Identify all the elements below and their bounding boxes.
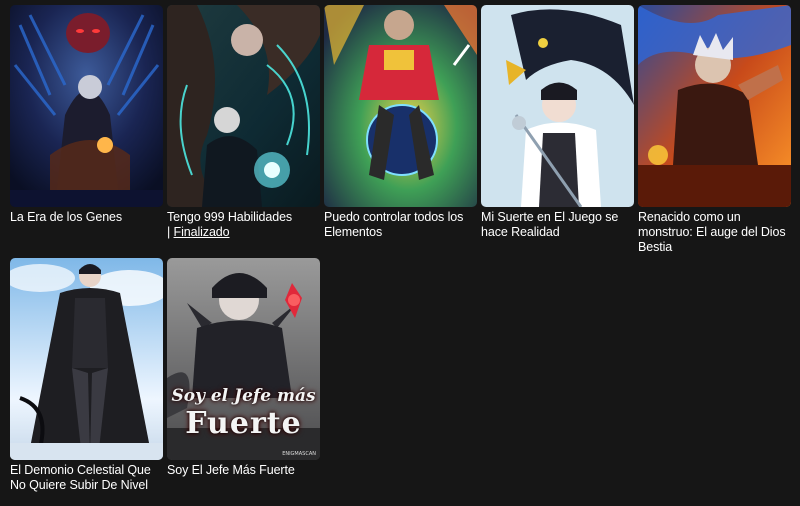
manga-card-tengo-999-habilidades[interactable]: Tengo 999 Habilidades | Finalizado	[167, 5, 320, 240]
manga-cover[interactable]: Soy el Jefe más Fuerte ENIGMASCAN	[167, 258, 320, 460]
manga-cover[interactable]	[10, 258, 163, 460]
manga-cover[interactable]	[324, 5, 477, 207]
cover-title-line2: Fuerte	[185, 406, 302, 441]
manga-cover[interactable]	[10, 5, 163, 207]
manga-card-puedo-controlar-elementos[interactable]: Puedo controlar todos los Elementos	[324, 5, 477, 240]
manga-cover[interactable]	[167, 5, 320, 207]
manga-title-text[interactable]: Tengo 999 Habilidades	[167, 210, 292, 224]
manga-card-el-demonio-celestial[interactable]: El Demonio Celestial Que No Quiere Subir…	[10, 258, 163, 493]
manga-card-soy-el-jefe-mas-fuerte[interactable]: Soy el Jefe más Fuerte ENIGMASCAN Soy El…	[167, 258, 320, 478]
manga-card-renacido-como-un-monstruo[interactable]: Renacido como un monstruo: El auge del D…	[638, 5, 791, 255]
manga-title[interactable]: Soy El Jefe Más Fuerte	[167, 463, 320, 478]
manga-card-mi-suerte-en-el-juego[interactable]: Mi Suerte en El Juego se hace Realidad	[481, 5, 634, 240]
manga-cover[interactable]	[638, 5, 791, 207]
manga-title[interactable]: Mi Suerte en El Juego se hace Realidad	[481, 210, 634, 240]
status-tag-link[interactable]: Finalizado	[174, 225, 230, 239]
cover-title-line1: Soy el Jefe más	[171, 386, 316, 406]
manga-title[interactable]: Renacido como un monstruo: El auge del D…	[638, 210, 791, 255]
manga-cover[interactable]	[481, 5, 634, 207]
manga-title[interactable]: La Era de los Genes	[10, 210, 163, 225]
manga-title[interactable]: El Demonio Celestial Que No Quiere Subir…	[10, 463, 163, 493]
manga-grid: La Era de los Genes Tengo 999 Habilidade…	[0, 0, 800, 506]
manga-title[interactable]: Tengo 999 Habilidades | Finalizado	[167, 210, 320, 240]
manga-card-la-era-de-los-genes[interactable]: La Era de los Genes	[10, 5, 163, 225]
manga-title[interactable]: Puedo controlar todos los Elementos	[324, 210, 477, 240]
cover-credit: ENIGMASCAN	[282, 451, 316, 457]
